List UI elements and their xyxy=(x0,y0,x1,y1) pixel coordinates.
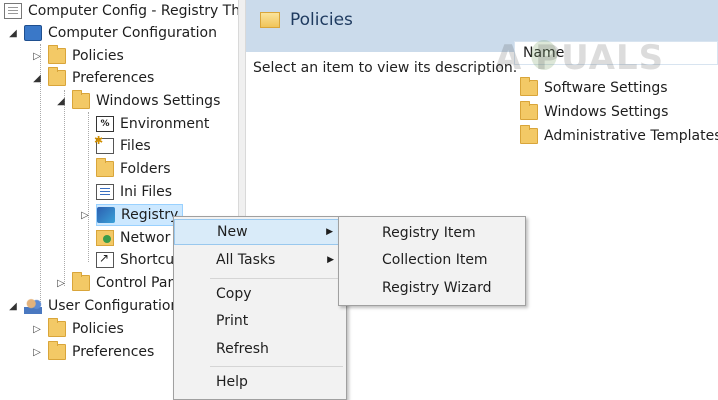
tree-node-label: Computer Configuration xyxy=(48,25,217,41)
menu-item-print[interactable]: Print xyxy=(174,308,346,334)
folder-icon xyxy=(72,272,90,291)
policy-doc-icon xyxy=(4,3,22,19)
expand-arrow-icon[interactable]: ▷ xyxy=(30,45,44,67)
expand-arrow-icon[interactable]: ▷ xyxy=(30,318,44,340)
list-item-label: Windows Settings xyxy=(544,104,669,120)
menu-item-collection-item[interactable]: Collection Item xyxy=(339,247,525,273)
tree-node-label: User Configuration xyxy=(48,298,180,314)
tree-node-label: Preferences xyxy=(72,344,155,360)
users-icon xyxy=(24,298,42,314)
tree-node-label: Preferences xyxy=(72,70,155,86)
folder-icon xyxy=(520,77,538,96)
tree-root-label: Computer Config - Registry The xyxy=(28,3,238,19)
folder-icon xyxy=(48,45,66,64)
tree-node-label: Networ xyxy=(120,230,171,246)
folder-icon xyxy=(520,125,538,144)
list-item[interactable]: Software Settings xyxy=(520,77,668,99)
tree-guide-line xyxy=(64,90,65,286)
expand-arrow-icon[interactable]: ▷ xyxy=(54,272,68,294)
selected-node-highlight: Registry xyxy=(96,204,184,226)
computer-icon xyxy=(24,25,42,41)
folders-icon xyxy=(96,158,114,177)
new-submenu: Registry Item Collection Item Registry W… xyxy=(338,216,526,306)
menu-item-label: Copy xyxy=(216,286,252,302)
list-item-label: Administrative Templates xyxy=(544,128,718,144)
tree-node-label: Registry xyxy=(121,207,179,223)
watermark-logo-icon xyxy=(531,40,557,70)
menu-item-label: Help xyxy=(216,374,248,390)
registry-icon xyxy=(97,207,115,223)
tree-node-control-panel[interactable]: ▷ Control Par xyxy=(54,272,173,294)
description-text: Select an item to view its description. xyxy=(253,60,518,76)
tree-node-user-preferences[interactable]: ▷ Preferences xyxy=(30,341,154,363)
collapse-arrow-icon[interactable]: ◢ xyxy=(54,90,68,112)
files-icon xyxy=(94,134,114,154)
tree-node-label: Control Par xyxy=(96,275,174,291)
menu-item-label: All Tasks xyxy=(216,252,276,268)
tree-node-label: Files xyxy=(120,138,151,154)
environment-icon: % xyxy=(96,116,114,132)
tree-node-registry[interactable]: ▷ Registry xyxy=(78,204,184,226)
tree-node-label: Environment xyxy=(120,116,210,132)
menu-item-label: Refresh xyxy=(216,341,269,357)
tree-node-network[interactable]: Networ xyxy=(96,227,170,249)
tree-node-folders[interactable]: Folders xyxy=(96,158,171,180)
network-icon xyxy=(96,230,114,246)
submenu-arrow-icon: ▶ xyxy=(326,227,333,237)
tree-node-label: Policies xyxy=(72,48,124,64)
tree-node-label: Ini Files xyxy=(120,184,173,200)
tree-node-files[interactable]: Files xyxy=(94,134,151,157)
menu-item-label: Collection Item xyxy=(382,252,488,268)
tree-guide-line xyxy=(88,112,89,262)
tree-node-label: Shortcu xyxy=(120,252,175,268)
folder-icon xyxy=(48,318,66,337)
folder-icon xyxy=(48,341,66,360)
folder-icon xyxy=(72,90,90,109)
menu-item-refresh[interactable]: Refresh xyxy=(174,336,346,362)
tree-node-label: Windows Settings xyxy=(96,93,221,109)
tree-node-policies[interactable]: ▷ Policies xyxy=(30,45,124,67)
tree-node-ini-files[interactable]: Ini Files xyxy=(96,181,172,203)
ini-file-icon xyxy=(96,184,114,200)
tree-node-label: Policies xyxy=(72,321,124,337)
collapse-arrow-icon[interactable]: ◢ xyxy=(6,22,20,44)
collapse-arrow-icon[interactable]: ◢ xyxy=(6,295,20,317)
folder-icon xyxy=(260,12,280,28)
tree-root-node[interactable]: Computer Config - Registry The xyxy=(4,0,238,22)
folder-icon xyxy=(520,101,538,120)
menu-item-help[interactable]: Help xyxy=(174,369,346,395)
tree-node-shortcuts[interactable]: Shortcu xyxy=(96,249,174,271)
folder-icon xyxy=(48,67,66,86)
menu-item-registry-wizard[interactable]: Registry Wizard xyxy=(339,275,525,301)
context-menu: New ▶ All Tasks ▶ Copy Print Refresh Hel… xyxy=(173,216,347,400)
tree-node-user-configuration[interactable]: ◢ User Configuration xyxy=(6,295,179,317)
list-item[interactable]: Windows Settings xyxy=(520,101,668,123)
tree-node-environment[interactable]: % Environment xyxy=(96,113,209,135)
expand-arrow-icon[interactable]: ▷ xyxy=(30,341,44,363)
submenu-arrow-icon: ▶ xyxy=(327,255,334,265)
tree-node-label: Folders xyxy=(120,161,171,177)
tree-node-computer-configuration[interactable]: ◢ Computer Configuration xyxy=(6,22,217,44)
collapse-arrow-icon[interactable]: ◢ xyxy=(30,67,44,89)
tree-node-user-policies[interactable]: ▷ Policies xyxy=(30,318,124,340)
menu-separator xyxy=(210,366,343,367)
menu-item-registry-item[interactable]: Registry Item xyxy=(339,220,525,246)
shortcut-icon xyxy=(96,251,114,268)
menu-item-label: Registry Wizard xyxy=(382,280,492,296)
menu-item-copy[interactable]: Copy xyxy=(174,281,346,307)
menu-item-all-tasks[interactable]: All Tasks ▶ xyxy=(174,247,346,273)
menu-separator xyxy=(210,278,343,279)
tree-node-windows-settings[interactable]: ◢ Windows Settings xyxy=(54,90,220,112)
list-item[interactable]: Administrative Templates xyxy=(520,125,718,147)
page-title: Policies xyxy=(290,10,353,30)
menu-item-label: Print xyxy=(216,313,249,329)
menu-item-label: Registry Item xyxy=(382,225,476,241)
tree-node-preferences[interactable]: ◢ Preferences xyxy=(30,67,154,89)
expand-arrow-icon[interactable]: ▷ xyxy=(78,204,92,226)
menu-item-new[interactable]: New ▶ xyxy=(174,219,346,245)
list-item-label: Software Settings xyxy=(544,80,668,96)
menu-item-label: New xyxy=(217,224,248,240)
